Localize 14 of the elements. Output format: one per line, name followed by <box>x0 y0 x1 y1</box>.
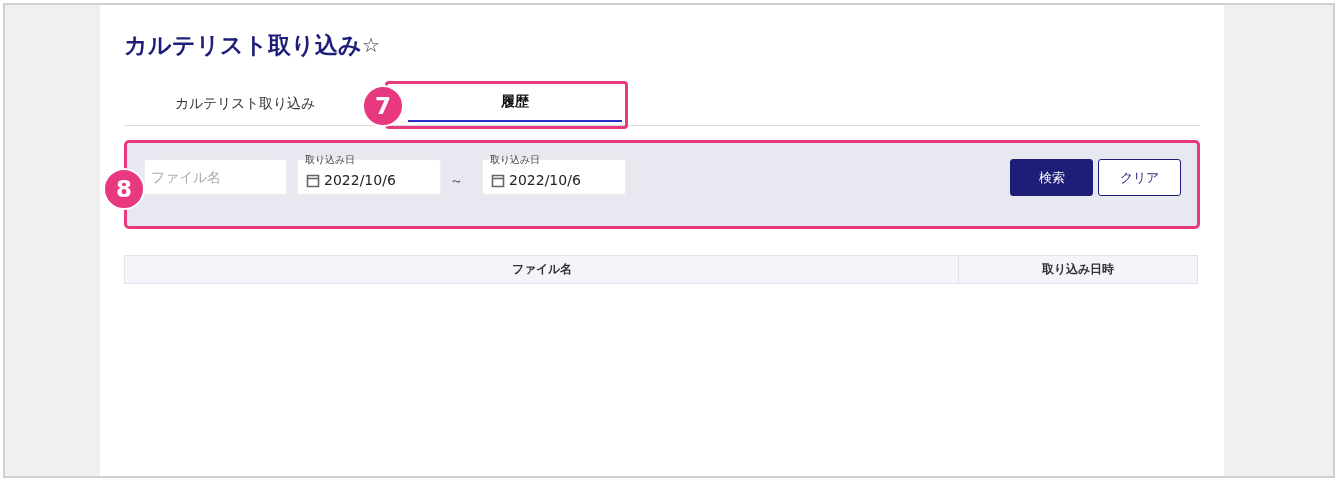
callout-badge: 8 <box>103 168 145 210</box>
column-header: 取り込み日時 <box>1041 261 1115 278</box>
column-header: ファイル名 <box>125 256 959 283</box>
star-icon[interactable]: ☆ <box>362 33 380 57</box>
tab[interactable]: 履歴 <box>408 84 622 122</box>
range-separator: ～ <box>449 172 464 190</box>
file-name-field[interactable]: ファイル名 <box>144 159 287 195</box>
search-button[interactable]: 検索 <box>1010 159 1093 196</box>
clear-button[interactable]: クリア <box>1098 159 1181 196</box>
tab[interactable]: カルテリスト取り込み <box>124 85 360 125</box>
callout-badge: 7 <box>362 85 404 127</box>
calendar-icon <box>491 172 505 188</box>
calendar-icon <box>306 172 320 188</box>
page-title: カルテリスト取り込み <box>124 30 362 60</box>
